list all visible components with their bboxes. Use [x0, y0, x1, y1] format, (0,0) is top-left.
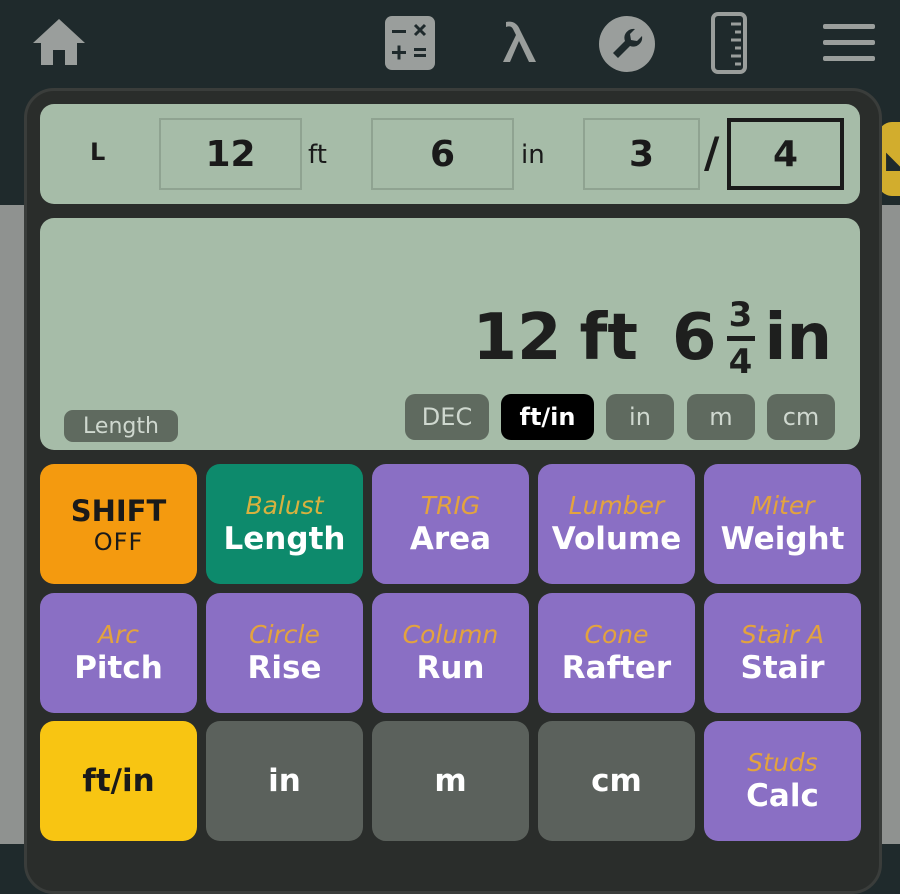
- result-display: 12 ft 6 3 4 in Length DEC ft/in in m cm: [40, 218, 860, 450]
- in-key[interactable]: in: [206, 721, 363, 841]
- shift-key-label: SHIFT: [70, 494, 167, 528]
- key-primary-label: Volume: [551, 521, 682, 557]
- inches-field[interactable]: 6: [371, 118, 514, 190]
- mode-ftin-button[interactable]: ft/in: [501, 394, 594, 440]
- pitch-key[interactable]: Arc Pitch: [40, 593, 197, 713]
- feet-unit-label: ft: [308, 140, 327, 170]
- fraction-bar: [726, 335, 755, 341]
- key-secondary-label: Column: [402, 620, 499, 649]
- run-key[interactable]: Column Run: [372, 593, 529, 713]
- fraction-separator: /: [704, 128, 720, 177]
- key-secondary-label: Circle: [249, 620, 320, 649]
- area-key[interactable]: TRIG Area: [372, 464, 529, 584]
- key-primary-label: ft/in: [82, 763, 155, 799]
- key-primary-label: m: [434, 763, 467, 799]
- calc-key[interactable]: Studs Calc: [704, 721, 861, 841]
- numerator-field[interactable]: 3: [583, 118, 700, 190]
- key-primary-label: cm: [591, 763, 642, 799]
- result-fraction: 3 4: [726, 294, 755, 382]
- mode-m-button[interactable]: m: [687, 394, 755, 440]
- result-inches: 6: [671, 301, 717, 375]
- key-primary-label: Rise: [247, 650, 322, 686]
- key-secondary-label: Cone: [584, 620, 649, 649]
- key-secondary-label: Balust: [245, 491, 324, 520]
- key-secondary-label: Miter: [750, 491, 815, 520]
- weight-key[interactable]: Miter Weight: [704, 464, 861, 584]
- cm-key[interactable]: cm: [538, 721, 695, 841]
- result-inches-unit: in: [764, 301, 833, 375]
- key-primary-label: Stair: [740, 650, 825, 686]
- rafter-key[interactable]: Cone Rafter: [538, 593, 695, 713]
- shift-key-state: OFF: [93, 528, 144, 556]
- m-key[interactable]: m: [372, 721, 529, 841]
- ruler-icon[interactable]: [711, 12, 747, 74]
- length-key[interactable]: Balust Length: [206, 464, 363, 584]
- home-icon[interactable]: [30, 16, 88, 68]
- key-primary-label: Calc: [746, 778, 819, 814]
- key-primary-label: Length: [223, 521, 346, 557]
- fraction-numerator: 3: [728, 294, 753, 335]
- key-primary-label: Rafter: [561, 650, 672, 686]
- side-tab-icon: ◣: [886, 146, 900, 174]
- menu-icon[interactable]: [823, 24, 875, 62]
- feet-field[interactable]: 12: [159, 118, 302, 190]
- stair-key[interactable]: Stair A Stair: [704, 593, 861, 713]
- result-feet-unit: ft: [579, 301, 638, 375]
- inches-unit-label: in: [521, 140, 545, 170]
- key-secondary-label: Lumber: [568, 491, 665, 520]
- mode-tag: Length: [64, 410, 178, 442]
- key-primary-label: Weight: [720, 521, 845, 557]
- key-secondary-label: Arc: [97, 620, 140, 649]
- volume-key[interactable]: Lumber Volume: [538, 464, 695, 584]
- fraction-denominator: 4: [728, 341, 753, 382]
- denominator-field[interactable]: 4: [727, 118, 844, 190]
- key-secondary-label: TRIG: [420, 491, 481, 520]
- key-primary-label: Pitch: [74, 650, 163, 686]
- row-label: L: [90, 138, 106, 166]
- lambda-icon[interactable]: [500, 18, 542, 66]
- key-secondary-label: Stair A: [740, 620, 825, 649]
- wrench-icon[interactable]: [598, 15, 656, 73]
- result-value: 12 ft 6 3 4 in: [472, 288, 832, 388]
- rise-key[interactable]: Circle Rise: [206, 593, 363, 713]
- result-feet: 12: [472, 301, 562, 375]
- ftin-key[interactable]: ft/in: [40, 721, 197, 841]
- mode-dec-button[interactable]: DEC: [405, 394, 489, 440]
- mode-in-button[interactable]: in: [606, 394, 674, 440]
- key-primary-label: in: [268, 763, 301, 799]
- mode-cm-button[interactable]: cm: [767, 394, 835, 440]
- shift-key[interactable]: SHIFT OFF: [40, 464, 197, 584]
- calculator-icon[interactable]: [385, 16, 435, 70]
- length-input-row: L 12 ft 6 in 3 / 4: [40, 104, 860, 204]
- key-secondary-label: Studs: [747, 748, 818, 777]
- key-primary-label: Area: [409, 521, 492, 557]
- key-primary-label: Run: [416, 650, 485, 686]
